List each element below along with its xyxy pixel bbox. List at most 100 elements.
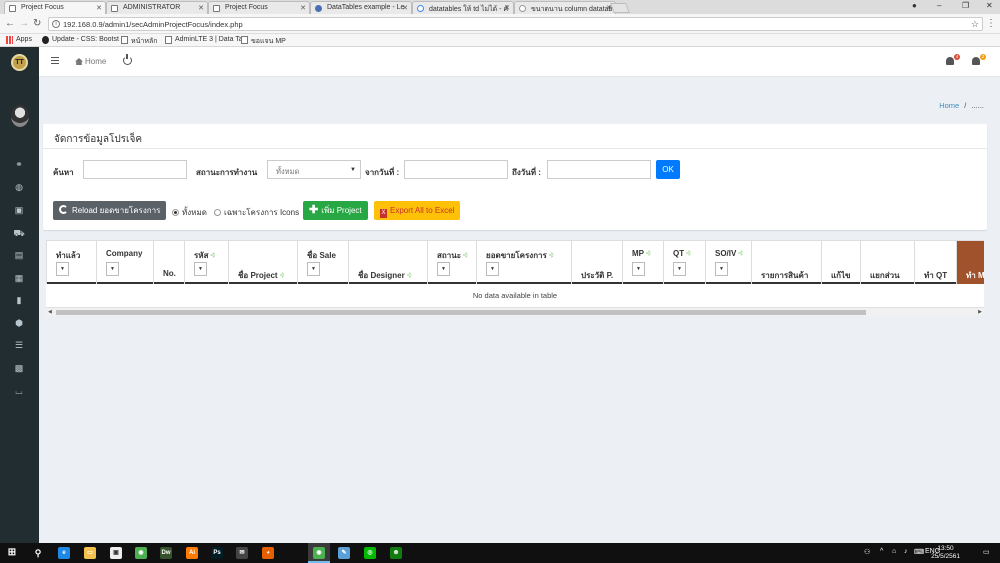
restore-icon[interactable]: ❐	[962, 1, 969, 10]
money-icon[interactable]: ▣	[13, 205, 25, 215]
megaphone-notification[interactable]: 4	[946, 54, 960, 66]
browser-tab[interactable]: DataTables example - Le ✕	[310, 1, 412, 14]
user-avatar[interactable]	[11, 105, 29, 127]
column-header[interactable]: QT ▼	[663, 241, 705, 284]
forward-arrow-icon[interactable]: →	[19, 18, 29, 29]
sort-icon[interactable]	[210, 252, 216, 258]
scroll-right-icon[interactable]: ▶	[978, 309, 982, 315]
column-filter-select[interactable]: ▼	[194, 262, 207, 276]
bookmark-item[interactable]: Update - CSS: Bootst	[42, 36, 119, 44]
column-filter-select[interactable]: ▼	[437, 262, 450, 276]
firefox-icon[interactable]: ◕	[262, 547, 274, 559]
add-project-button[interactable]: ✚ เพิ่ม Project	[303, 201, 368, 220]
browser-tab[interactable]: ขนาดนาน column datatab ✕	[514, 1, 616, 14]
column-header[interactable]: Company ▼	[96, 241, 153, 284]
browser-menu-icon[interactable]: ⋮	[986, 18, 996, 29]
truck-icon[interactable]: ⛟	[13, 228, 25, 238]
edge-icon[interactable]: e	[58, 547, 70, 559]
sort-icon[interactable]	[646, 250, 651, 256]
browser-tab[interactable]: Project Focus ✕	[4, 1, 106, 14]
windows-start-icon[interactable]: ⊞	[6, 547, 18, 559]
mail-icon[interactable]: ✉	[236, 547, 248, 559]
tray-arrow-icon[interactable]: ^	[880, 548, 883, 555]
column-filter-select[interactable]: ▼	[673, 262, 686, 276]
column-header[interactable]: สถานะ ▼	[427, 241, 476, 284]
column-filter-select[interactable]: ▼	[486, 262, 499, 276]
sort-icon[interactable]	[738, 250, 744, 256]
search-input[interactable]	[83, 160, 187, 179]
notepad-icon[interactable]: ✎	[338, 547, 350, 559]
id-card-icon[interactable]: ▦	[13, 273, 25, 283]
column-header[interactable]: MP ▼	[622, 241, 663, 284]
export-excel-button[interactable]: X Export All to Excel	[374, 201, 461, 220]
volume-icon[interactable]: ♪	[904, 548, 908, 555]
line-icon[interactable]: ◎	[364, 547, 376, 559]
network-icon[interactable]: ⌂	[892, 548, 896, 555]
bookmark-icon[interactable]: ▮	[13, 295, 25, 305]
tab-close-icon[interactable]: ✕	[300, 4, 306, 12]
brand-logo[interactable]: TT	[11, 54, 28, 71]
radio-icons-only[interactable]: เฉพาะโครงการ Icons	[214, 206, 299, 219]
home-link[interactable]: Home	[75, 57, 106, 66]
tab-close-icon[interactable]: ✕	[504, 4, 510, 12]
window-close-icon[interactable]: ✕	[986, 1, 993, 10]
cube-icon[interactable]: ⬢	[13, 318, 25, 328]
from-date-input[interactable]	[404, 160, 508, 179]
sort-icon[interactable]	[279, 272, 285, 278]
url-input[interactable]: i 192.168.0.9/admin1/secAdminProjectFocu…	[48, 17, 983, 31]
bookmark-item[interactable]: หน้าหลัก	[121, 36, 157, 47]
column-header[interactable]: ยอดขายโครงการ ▼	[476, 241, 571, 284]
minimize-icon[interactable]: –	[937, 1, 941, 10]
handshake-icon[interactable]: ⚭	[13, 159, 25, 169]
scroll-left-icon[interactable]: ◀	[48, 309, 52, 315]
back-arrow-icon[interactable]: ←	[5, 18, 15, 29]
to-date-input[interactable]	[547, 160, 651, 179]
power-icon[interactable]	[123, 54, 132, 65]
info-icon[interactable]: i	[52, 20, 60, 28]
column-filter-select[interactable]: ▼	[307, 262, 320, 276]
notification-center-icon[interactable]: ▭	[983, 548, 990, 556]
new-tab-button[interactable]	[610, 3, 630, 13]
column-filter-select[interactable]: ▼	[56, 262, 69, 276]
people-icon[interactable]: ⚇	[864, 548, 870, 556]
column-header[interactable]: รายการสินค้า	[751, 241, 821, 284]
tab-close-icon[interactable]: ✕	[198, 4, 204, 12]
column-header[interactable]: ชื่อ Project	[228, 241, 297, 284]
dreamweaver-icon[interactable]: Dw	[160, 547, 172, 559]
store-icon[interactable]: ▣	[110, 547, 122, 559]
reload-icon[interactable]: ↻	[33, 18, 41, 29]
column-header[interactable]: ทำแล้ว ▼	[46, 241, 96, 284]
radio-all[interactable]: ทั้งหมด	[172, 206, 207, 219]
bookmark-item[interactable]: ขอแจน MP	[241, 36, 286, 47]
illustrator-icon[interactable]: Ai	[186, 547, 198, 559]
breadcrumb-home-link[interactable]: Home	[939, 101, 959, 110]
bell-notification[interactable]: 2	[972, 54, 986, 66]
ok-button[interactable]: OK	[656, 160, 680, 179]
column-header[interactable]: No.	[153, 241, 184, 284]
column-header[interactable]: ทำ MP	[956, 241, 984, 284]
browser-tab[interactable]: Project Focus ✕	[208, 1, 310, 14]
profile-icon[interactable]: ●	[912, 1, 917, 10]
column-header[interactable]: แยกส่วน	[860, 241, 914, 284]
chrome-icon[interactable]: ◉	[135, 547, 147, 559]
basket-icon[interactable]: ⌴	[13, 386, 25, 396]
file-icon[interactable]: ▤	[13, 250, 25, 260]
column-header[interactable]: SO/IV ▼	[705, 241, 751, 284]
column-filter-select[interactable]: ▼	[106, 262, 119, 276]
briefcase-icon[interactable]: ▩	[13, 363, 25, 373]
explorer-icon[interactable]: ▭	[84, 547, 96, 559]
xbox-icon[interactable]: ⊗	[390, 547, 402, 559]
chrome-icon[interactable]: ◉	[313, 547, 325, 559]
column-header[interactable]: แก้ไข	[821, 241, 860, 284]
sort-icon[interactable]	[548, 252, 554, 258]
sort-icon[interactable]	[686, 250, 692, 256]
browser-tab[interactable]: datatables ให้ td ไม่ได้ - ค้ ✕	[412, 1, 514, 14]
column-header[interactable]: ชื่อ Designer	[348, 241, 427, 284]
photoshop-icon[interactable]: Ps	[211, 547, 223, 559]
column-header[interactable]: ประวัติ P.	[571, 241, 622, 284]
ime-icon[interactable]: ⌨	[914, 548, 924, 556]
bookmark-item[interactable]: AdminLTE 3 | Data Ta	[165, 36, 243, 44]
column-filter-select[interactable]: ▼	[715, 262, 728, 276]
scrollbar-thumb[interactable]	[56, 310, 866, 315]
horizontal-scrollbar[interactable]: ◀ ▶	[46, 307, 984, 316]
